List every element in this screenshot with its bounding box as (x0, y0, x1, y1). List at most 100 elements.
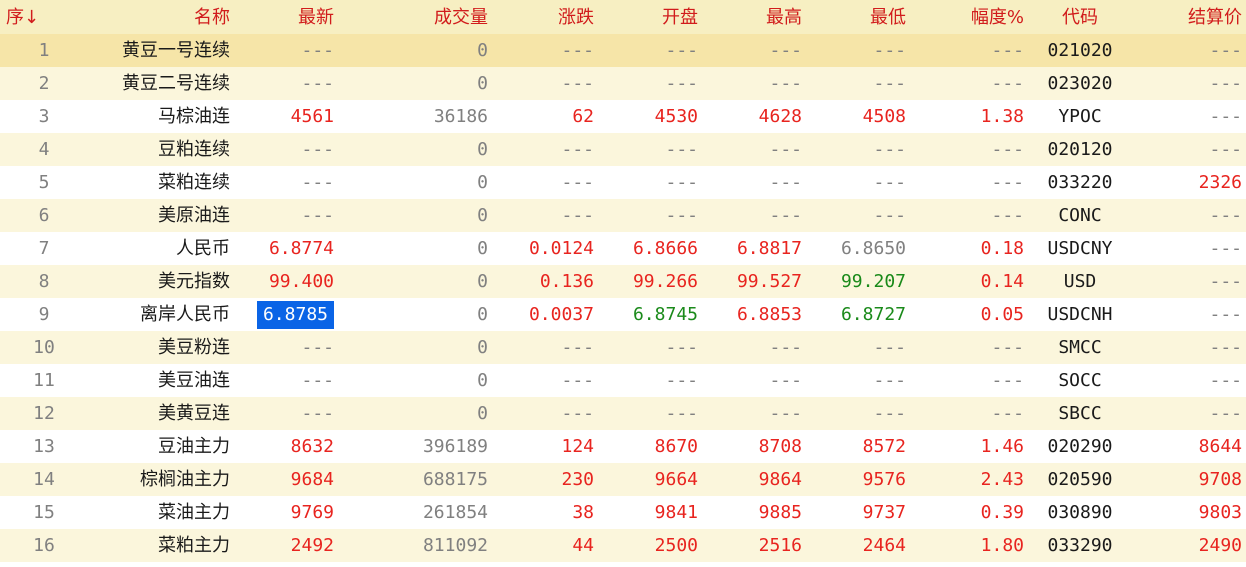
table-row[interactable]: 1 黄豆一号连续 --- 0 --- --- --- --- --- 021020 --- (0, 34, 1246, 67)
cell-open: --- (665, 40, 698, 61)
cell-open: 9841 (654, 502, 698, 523)
cell-high: --- (769, 172, 802, 193)
header-open[interactable]: 开盘 (598, 0, 702, 34)
cell-latest: --- (301, 139, 334, 160)
header-latest[interactable]: 最新 (234, 0, 338, 34)
cell-seq: 14 (33, 469, 55, 490)
cell-amplitude: 0.39 (980, 502, 1024, 523)
header-volume[interactable]: 成交量 (338, 0, 492, 34)
cell-volume: 0 (477, 337, 488, 358)
cell-seq: 10 (33, 337, 55, 358)
cell-latest: --- (301, 172, 334, 193)
cell-latest: --- (301, 370, 334, 391)
cell-seq: 4 (38, 139, 50, 160)
cell-volume: 0 (477, 271, 488, 292)
table-row[interactable]: 13 豆油主力 8632 396189 124 8670 8708 8572 1.46 02029… (0, 430, 1246, 463)
cell-change: 230 (561, 469, 594, 490)
cell-amplitude: 2.43 (980, 469, 1024, 490)
quote-table: 序↓ 名称 最新 成交量 涨跌 开盘 最高 最低 幅度% 代码 结算价 1 黄豆一… (0, 0, 1246, 562)
cell-amplitude: --- (991, 73, 1024, 94)
cell-open: 6.8666 (632, 238, 698, 259)
cell-name: 马棕油连 (158, 106, 230, 127)
cell-settle: 9803 (1198, 502, 1242, 523)
table-row[interactable]: 6 美原油连 --- 0 --- --- --- --- --- CONC --- (0, 199, 1246, 232)
cell-amplitude: 1.80 (980, 535, 1024, 556)
cell-name: 人民币 (176, 238, 230, 259)
cell-change: 38 (572, 502, 594, 523)
table-row[interactable]: 16 菜粕主力 2492 811092 44 2500 2516 2464 1.80 033290… (0, 529, 1246, 562)
header-name[interactable]: 名称 (88, 0, 234, 34)
cell-name: 美豆粉连 (158, 337, 230, 358)
table-row[interactable]: 3 马棕油连 4561 36186 62 4530 4628 4508 1.38 YPOC --- (0, 100, 1246, 133)
cell-open: --- (665, 139, 698, 160)
header-change[interactable]: 涨跌 (492, 0, 598, 34)
header-seq[interactable]: 序↓ (0, 0, 88, 34)
cell-code: 033220 (1047, 172, 1113, 193)
cell-seq: 6 (38, 205, 50, 226)
cell-open: 8670 (654, 436, 698, 457)
cell-settle: --- (1209, 139, 1242, 160)
cell-volume: 0 (477, 40, 488, 61)
cell-volume: 0 (477, 304, 488, 325)
cell-code: USDCNH (1047, 304, 1113, 325)
cell-amplitude: 0.05 (980, 304, 1024, 325)
cell-name: 离岸人民币 (140, 304, 230, 325)
cell-latest: 9769 (290, 502, 334, 523)
cell-low: 9576 (862, 469, 906, 490)
cell-volume: 0 (477, 139, 488, 160)
cell-latest: --- (301, 73, 334, 94)
table-row[interactable]: 11 美豆油连 --- 0 --- --- --- --- --- SOCC --- (0, 364, 1246, 397)
cell-volume: 0 (477, 73, 488, 94)
table-header-row: 序↓ 名称 最新 成交量 涨跌 开盘 最高 最低 幅度% 代码 结算价 (0, 0, 1246, 34)
cell-change: 0.136 (539, 271, 594, 292)
table-row[interactable]: 8 美元指数 99.400 0 0.136 99.266 99.527 99.207 0.14 U… (0, 265, 1246, 298)
cell-latest: 6.8774 (268, 238, 334, 259)
cell-high: 6.8817 (736, 238, 802, 259)
cell-open: --- (665, 403, 698, 424)
cell-open: --- (665, 370, 698, 391)
cell-high: --- (769, 73, 802, 94)
cell-seq: 5 (38, 172, 50, 193)
cell-settle: 2326 (1198, 172, 1242, 193)
cell-name: 棕榈油主力 (140, 469, 230, 490)
cell-high: --- (769, 139, 802, 160)
cell-code: 020590 (1047, 469, 1113, 490)
table-row[interactable]: 12 美黄豆连 --- 0 --- --- --- --- --- SBCC --- (0, 397, 1246, 430)
cell-latest: 9684 (290, 469, 334, 490)
cell-open: 99.266 (632, 271, 698, 292)
cell-volume: 0 (477, 370, 488, 391)
selected-cell-highlight[interactable]: 6.8785 (256, 301, 334, 329)
table-row[interactable]: 14 棕榈油主力 9684 688175 230 9664 9864 9576 2.43 0205… (0, 463, 1246, 496)
table-row[interactable]: 9 离岸人民币 6.8785 0 0.0037 6.8745 6.8853 6.8727 0.0… (0, 298, 1246, 331)
cell-seq: 7 (38, 238, 50, 259)
table-row[interactable]: 15 菜油主力 9769 261854 38 9841 9885 9737 0.39 030890… (0, 496, 1246, 529)
cell-high: --- (769, 403, 802, 424)
header-settle[interactable]: 结算价 (1132, 0, 1246, 34)
cell-high: 6.8853 (736, 304, 802, 325)
cell-settle: --- (1209, 40, 1242, 61)
header-code[interactable]: 代码 (1028, 0, 1132, 34)
cell-seq: 15 (33, 502, 55, 523)
cell-high: 8708 (758, 436, 802, 457)
cell-low: --- (873, 403, 906, 424)
cell-low: --- (873, 73, 906, 94)
cell-volume: 36186 (433, 106, 488, 127)
table-row[interactable]: 5 菜粕连续 --- 0 --- --- --- --- --- 033220 2326 (0, 166, 1246, 199)
table-row[interactable]: 2 黄豆二号连续 --- 0 --- --- --- --- --- 023020 --- (0, 67, 1246, 100)
cell-latest: --- (301, 337, 334, 358)
table-row[interactable]: 10 美豆粉连 --- 0 --- --- --- --- --- SMCC --- (0, 331, 1246, 364)
cell-latest: 2492 (290, 535, 334, 556)
cell-code: USDCNY (1047, 238, 1113, 259)
table-row[interactable]: 7 人民币 6.8774 0 0.0124 6.8666 6.8817 6.8650 0.18 U… (0, 232, 1246, 265)
cell-name: 豆粕连续 (158, 139, 230, 160)
cell-change: --- (561, 40, 594, 61)
cell-volume: 0 (477, 403, 488, 424)
header-low[interactable]: 最低 (806, 0, 910, 34)
cell-latest: 8632 (290, 436, 334, 457)
header-high[interactable]: 最高 (702, 0, 806, 34)
cell-change: --- (561, 370, 594, 391)
header-amplitude[interactable]: 幅度% (910, 0, 1028, 34)
table-row[interactable]: 4 豆粕连续 --- 0 --- --- --- --- --- 020120 --- (0, 133, 1246, 166)
cell-high: 99.527 (736, 271, 802, 292)
cell-volume: 261854 (422, 502, 488, 523)
